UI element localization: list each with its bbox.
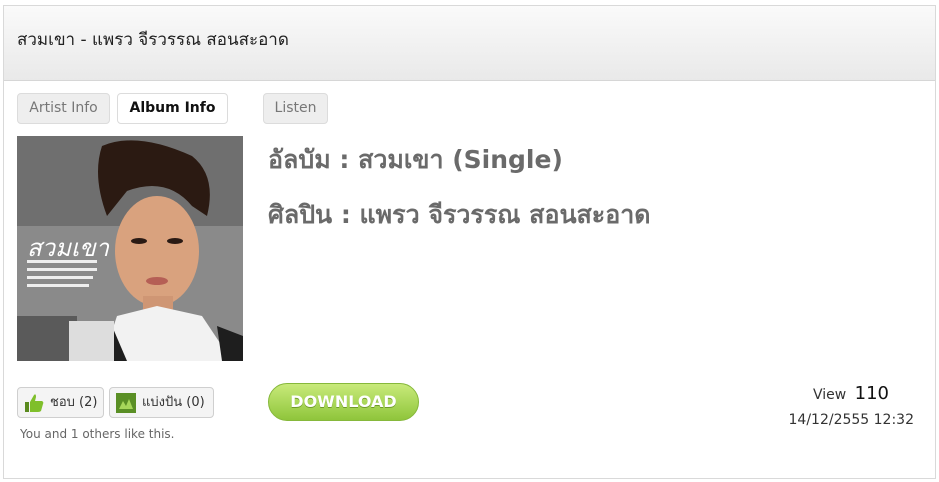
like-button[interactable]: ชอบ (2) [17, 387, 104, 418]
publish-date: 14/12/2555 12:32 [788, 412, 915, 428]
tab-album-info[interactable]: Album Info [117, 93, 228, 124]
page-header: สวมเขา - แพรว จีรวรรณ สอนสะอาด [4, 6, 935, 81]
view-counter: View 110 [813, 383, 889, 404]
view-count: 110 [854, 383, 889, 404]
page-title: สวมเขา - แพรว จีรวรรณ สอนสะอาด [17, 30, 289, 50]
album-panel: สวมเขา - แพรว จีรวรรณ สอนสะอาด Artist In… [3, 5, 936, 479]
album-cover-image: สวมเขา [17, 136, 243, 361]
tab-artist-info[interactable]: Artist Info [17, 93, 110, 124]
artist-name: ศิลปิน : แพรว จีรวรรณ สอนสะอาด [268, 200, 651, 229]
thumbs-up-icon [23, 392, 45, 425]
album-title: อัลบัม : สวมเขา (Single) [268, 145, 563, 174]
download-button[interactable]: DOWNLOAD [268, 383, 419, 421]
tab-listen[interactable]: Listen [263, 93, 328, 124]
cover-title: สวมเขา [27, 234, 110, 262]
share-label: แบ่งปัน (0) [142, 395, 205, 410]
share-icon [115, 392, 137, 425]
view-label: View [812, 387, 847, 403]
like-label: ชอบ (2) [50, 395, 98, 410]
share-button[interactable]: แบ่งปัน (0) [109, 387, 214, 418]
like-note: You and 1 others like this. [20, 427, 175, 441]
